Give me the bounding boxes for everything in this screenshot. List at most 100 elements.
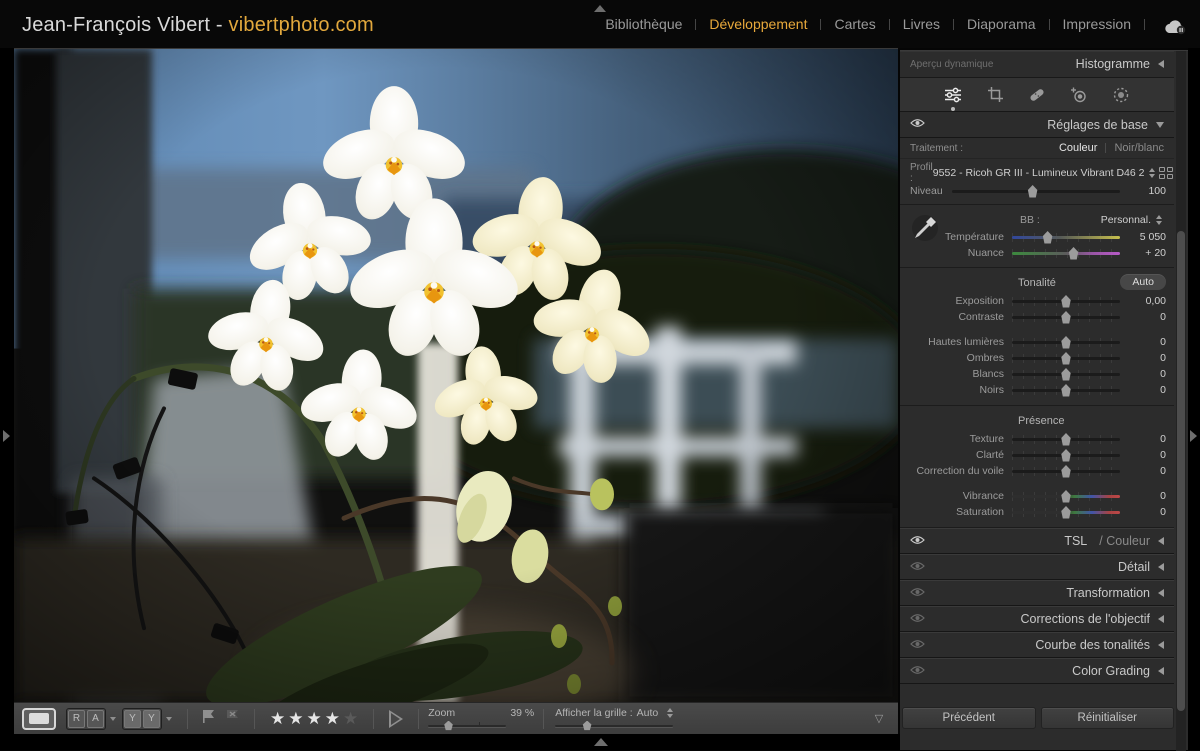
panel-scrollbar-thumb[interactable] bbox=[1177, 231, 1185, 711]
profile-browser-grid-icon[interactable] bbox=[1159, 167, 1173, 179]
module-bibliotheque[interactable]: Bibliothèque bbox=[603, 16, 684, 32]
treatment-color-option[interactable]: Couleur bbox=[1059, 142, 1098, 154]
histogram-panel-header[interactable]: Aperçu dynamique Histogramme bbox=[900, 51, 1174, 78]
crop-tool[interactable] bbox=[986, 86, 1004, 104]
reset-button[interactable]: Réinitialiser bbox=[1041, 707, 1175, 729]
module-livres[interactable]: Livres bbox=[901, 16, 942, 32]
wb-combo-carets-icon[interactable] bbox=[1156, 215, 1162, 225]
collapse-arrow-icon[interactable] bbox=[1158, 667, 1164, 675]
before-after-left[interactable]: R bbox=[68, 710, 85, 728]
star-icon[interactable]: ★ bbox=[325, 710, 340, 727]
toolbar-options-chevron[interactable]: ▽ bbox=[868, 710, 890, 728]
whites-slider[interactable] bbox=[1012, 366, 1120, 382]
exposure-slider[interactable] bbox=[1012, 293, 1120, 309]
saturation-value[interactable]: 0 bbox=[1120, 506, 1166, 518]
expanded-arrow-icon[interactable] bbox=[1156, 122, 1164, 128]
vibrance-value[interactable]: 0 bbox=[1120, 490, 1166, 502]
identity-site-link[interactable]: vibertphoto.com bbox=[229, 14, 374, 36]
pick-flag-icon[interactable] bbox=[201, 709, 217, 728]
module-impression[interactable]: Impression bbox=[1061, 16, 1133, 32]
white-balance-eyedropper-icon[interactable] bbox=[910, 213, 940, 246]
contrast-slider[interactable] bbox=[1012, 309, 1120, 325]
profile-amount-slider[interactable] bbox=[952, 183, 1120, 199]
shadows-value[interactable]: 0 bbox=[1120, 352, 1166, 364]
whites-value[interactable]: 0 bbox=[1120, 368, 1166, 380]
dehaze-slider[interactable] bbox=[1012, 463, 1120, 479]
clarity-value[interactable]: 0 bbox=[1120, 449, 1166, 461]
panel-visibility-eye-icon[interactable] bbox=[910, 118, 925, 131]
lens-corrections-panel-header[interactable]: Corrections de l'objectif bbox=[900, 606, 1174, 632]
hsl-panel-header[interactable]: TSL/ Couleur bbox=[900, 528, 1174, 554]
healing-brush-tool[interactable] bbox=[1028, 86, 1046, 104]
highlights-slider[interactable] bbox=[1012, 334, 1120, 350]
compare-right[interactable]: Y bbox=[143, 710, 160, 728]
zoom-slider-thumb[interactable] bbox=[444, 721, 454, 731]
saturation-slider[interactable] bbox=[1012, 504, 1120, 520]
panel-scrollbar[interactable] bbox=[1176, 51, 1186, 751]
shadows-slider[interactable] bbox=[1012, 350, 1120, 366]
compare-dropdown-icon[interactable] bbox=[166, 717, 172, 721]
clarity-slider[interactable] bbox=[1012, 447, 1120, 463]
collapse-arrow-icon[interactable] bbox=[1158, 589, 1164, 597]
panel-visibility-eye-icon[interactable] bbox=[910, 535, 925, 548]
profile-value[interactable]: 9552 - Ricoh GR III - Lumineux Vibrant D… bbox=[933, 167, 1145, 179]
play-slideshow-icon[interactable] bbox=[389, 710, 403, 728]
treatment-bw-option[interactable]: Noir/blanc bbox=[1114, 142, 1164, 154]
panel-visibility-eye-icon[interactable] bbox=[910, 561, 925, 574]
tint-value[interactable]: + 20 bbox=[1120, 247, 1166, 259]
before-after-right[interactable]: A bbox=[87, 710, 104, 728]
collapse-arrow-icon[interactable] bbox=[1158, 563, 1164, 571]
zoom-slider[interactable] bbox=[428, 721, 506, 731]
tone-curve-panel-header[interactable]: Courbe des tonalités bbox=[900, 632, 1174, 658]
photo-canvas-orchid[interactable] bbox=[14, 48, 898, 702]
dehaze-value[interactable]: 0 bbox=[1120, 465, 1166, 477]
contrast-value[interactable]: 0 bbox=[1120, 311, 1166, 323]
exposure-value[interactable]: 0,00 bbox=[1120, 295, 1166, 307]
profile-combo-carets-icon[interactable] bbox=[1149, 168, 1155, 178]
profile-amount-thumb[interactable] bbox=[1027, 185, 1038, 198]
module-diaporama[interactable]: Diaporama bbox=[965, 16, 1037, 32]
collapse-arrow-icon[interactable] bbox=[1158, 60, 1164, 68]
collapse-arrow-icon[interactable] bbox=[1158, 641, 1164, 649]
color-grading-panel-header[interactable]: Color Grading bbox=[900, 658, 1174, 684]
transform-panel-header[interactable]: Transformation bbox=[900, 580, 1174, 606]
masking-tool[interactable] bbox=[1112, 86, 1130, 104]
star-icon[interactable]: ★ bbox=[270, 710, 285, 727]
grid-mode-select[interactable]: Auto bbox=[637, 707, 678, 719]
left-panel-expand-arrow-icon[interactable] bbox=[3, 430, 10, 442]
edit-sliders-tool[interactable] bbox=[944, 86, 962, 104]
compare-view-button[interactable]: Y Y bbox=[122, 708, 162, 730]
red-eye-tool[interactable] bbox=[1070, 86, 1088, 104]
grid-mode-value[interactable]: Auto bbox=[637, 707, 659, 719]
module-developpement[interactable]: Développement bbox=[707, 16, 809, 32]
temperature-slider[interactable] bbox=[1012, 229, 1120, 245]
star-icon[interactable]: ★ bbox=[343, 710, 358, 727]
previous-button[interactable]: Précédent bbox=[902, 707, 1036, 729]
blacks-value[interactable]: 0 bbox=[1120, 384, 1166, 396]
star-icon[interactable]: ★ bbox=[307, 710, 322, 727]
star-icon[interactable]: ★ bbox=[288, 710, 303, 727]
compare-left[interactable]: Y bbox=[124, 710, 141, 728]
module-cartes[interactable]: Cartes bbox=[832, 16, 877, 32]
before-after-dropdown-icon[interactable] bbox=[110, 717, 116, 721]
texture-value[interactable]: 0 bbox=[1120, 433, 1166, 445]
vibrance-slider[interactable] bbox=[1012, 488, 1120, 504]
collapse-arrow-icon[interactable] bbox=[1158, 537, 1164, 545]
loupe-view-button[interactable] bbox=[22, 708, 56, 730]
temperature-value[interactable]: 5 050 bbox=[1120, 231, 1166, 243]
panel-visibility-eye-icon[interactable] bbox=[910, 613, 925, 626]
grid-size-slider[interactable] bbox=[555, 721, 673, 731]
panel-visibility-eye-icon[interactable] bbox=[910, 587, 925, 600]
collapse-arrow-icon[interactable] bbox=[1158, 615, 1164, 623]
tint-slider[interactable] bbox=[1012, 245, 1120, 261]
star-rating[interactable]: ★★★★★ bbox=[270, 710, 358, 727]
detail-panel-header[interactable]: Détail bbox=[900, 554, 1174, 580]
before-after-button[interactable]: R A bbox=[66, 708, 106, 730]
right-panel-collapse-arrow-icon[interactable] bbox=[1190, 430, 1197, 442]
wb-preset-value[interactable]: Personnal. bbox=[1101, 214, 1151, 226]
panel-visibility-eye-icon[interactable] bbox=[910, 665, 925, 678]
top-panel-collapse-arrow-icon[interactable] bbox=[594, 5, 606, 12]
panel-visibility-eye-icon[interactable] bbox=[910, 639, 925, 652]
filmstrip-expand-arrow-icon[interactable] bbox=[594, 738, 608, 746]
sync-cloud-icon[interactable] bbox=[1162, 19, 1188, 35]
